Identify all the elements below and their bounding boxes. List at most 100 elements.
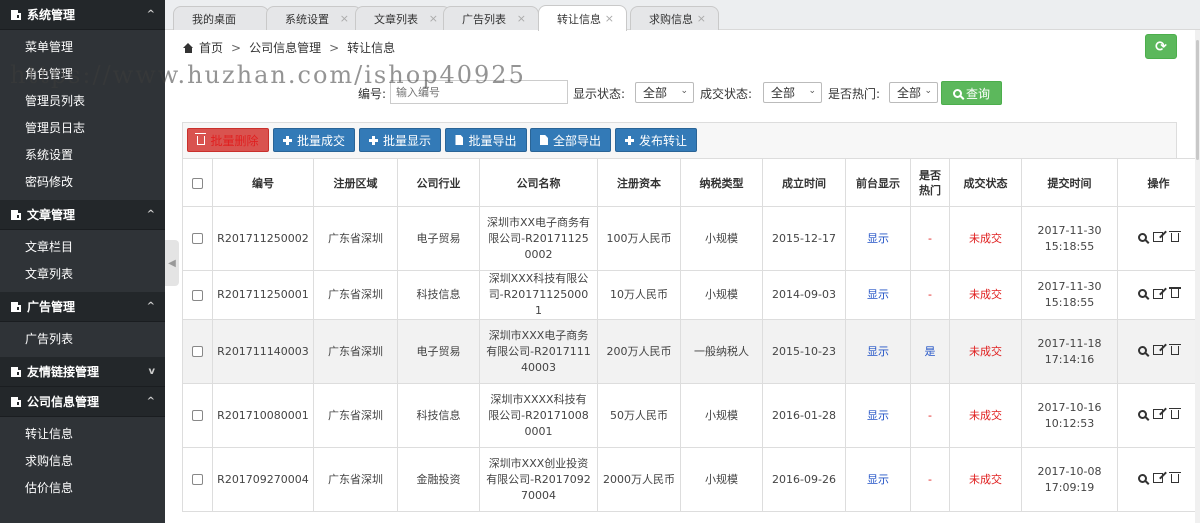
edit-icon[interactable]: [1153, 232, 1163, 242]
sidebar-item[interactable]: 广告列表: [0, 325, 165, 352]
close-icon[interactable]: ×: [517, 12, 526, 25]
code-input[interactable]: [390, 80, 568, 104]
hot-value[interactable]: -: [928, 232, 932, 245]
batch-deal-button[interactable]: 批量成交: [273, 128, 355, 152]
sidebar-item[interactable]: 系统设置: [0, 141, 165, 168]
tax-type-cell: 小规模: [680, 206, 763, 271]
search-icon[interactable]: [1138, 232, 1147, 242]
export-all-button[interactable]: 全部导出: [530, 128, 611, 152]
deal-status-select[interactable]: 全部 ⌄: [763, 82, 822, 103]
sidebar-item[interactable]: 菜单管理: [0, 33, 165, 60]
edit-icon[interactable]: [1153, 288, 1163, 299]
sidebar-item[interactable]: 角色管理: [0, 60, 165, 87]
tab[interactable]: 广告列表 ×: [443, 6, 539, 30]
publish-button[interactable]: 发布转让: [615, 128, 697, 152]
trash-icon[interactable]: [1169, 287, 1181, 298]
trash-icon[interactable]: [1169, 230, 1181, 242]
code-cell: R201711250001: [212, 270, 314, 320]
trash-icon[interactable]: [1169, 471, 1181, 483]
deal-status[interactable]: 未成交: [969, 288, 1002, 301]
sidebar-collapse-handle[interactable]: ◀: [165, 240, 179, 286]
sidebar-submenu: 菜单管理 角色管理 管理员列表 管理员日志 系统设置 密码修改: [0, 30, 165, 200]
sidebar-item[interactable]: 管理员日志: [0, 114, 165, 141]
batch-export-button[interactable]: 批量导出: [445, 128, 527, 152]
edit-icon[interactable]: [1153, 409, 1163, 419]
founded-cell: 2014-09-03: [762, 270, 846, 320]
tab[interactable]: 转让信息 ×: [538, 5, 627, 31]
hot-value[interactable]: -: [928, 288, 932, 301]
tab[interactable]: 求购信息 ×: [630, 6, 719, 30]
trash-icon[interactable]: [1169, 407, 1181, 419]
tab[interactable]: 文章列表 ×: [355, 6, 451, 30]
tab[interactable]: 我的桌面: [173, 6, 269, 30]
close-icon[interactable]: ×: [605, 12, 614, 25]
search-icon[interactable]: [1138, 409, 1147, 419]
hot-select[interactable]: 全部 ⌄: [889, 82, 938, 103]
breadcrumb-level1[interactable]: 公司信息管理: [249, 39, 321, 56]
sidebar-group[interactable]: 文章管理 ^: [0, 200, 165, 230]
row-checkbox[interactable]: [192, 289, 203, 301]
deal-status[interactable]: 未成交: [969, 232, 1002, 245]
display-link[interactable]: 显示: [867, 409, 889, 422]
company-name-cell: 深圳市XX电子商务有限公司-R201711250002: [479, 206, 598, 271]
sidebar-item[interactable]: 文章栏目: [0, 233, 165, 260]
search-icon[interactable]: [1138, 473, 1147, 483]
deal-status[interactable]: 未成交: [969, 473, 1002, 486]
hot-value[interactable]: -: [928, 409, 932, 422]
code-cell: R201710080001: [212, 383, 314, 448]
row-checkbox[interactable]: [192, 474, 203, 485]
edit-icon[interactable]: [1153, 473, 1163, 483]
publish-label: 发布转让: [638, 133, 687, 148]
row-checkbox[interactable]: [192, 410, 203, 421]
sidebar-group[interactable]: 广告管理 ^: [0, 292, 165, 322]
edit-icon[interactable]: [1153, 345, 1163, 355]
sidebar-submenu: 转让信息 求购信息 估价信息: [0, 417, 165, 506]
close-icon[interactable]: ×: [429, 12, 438, 25]
refresh-button[interactable]: ⟳: [1145, 34, 1177, 59]
row-checkbox[interactable]: [192, 233, 203, 244]
tab[interactable]: 系统设置 ×: [266, 6, 362, 30]
display-status-select[interactable]: 全部 ⌄: [635, 82, 694, 103]
sidebar-item[interactable]: 文章列表: [0, 260, 165, 287]
sidebar-group[interactable]: 系统管理 ^: [0, 0, 165, 30]
search-icon[interactable]: [1138, 289, 1147, 298]
sidebar-group[interactable]: 公司信息管理 ^: [0, 387, 165, 417]
plus-icon: [368, 135, 378, 145]
display-link[interactable]: 显示: [867, 345, 889, 358]
close-icon[interactable]: ×: [697, 12, 706, 25]
column-header: 公司名称: [479, 158, 598, 207]
display-link[interactable]: 显示: [867, 288, 889, 301]
batch-delete-button[interactable]: 批量删除: [187, 128, 269, 152]
company-name-cell: 深圳XXX科技有限公司-R201711250001: [479, 270, 598, 320]
close-icon[interactable]: ×: [340, 12, 349, 25]
code-label: 编号:: [358, 87, 387, 101]
copy-icon: [10, 396, 22, 408]
capital-cell: 100万人民币: [597, 206, 681, 271]
search-icon[interactable]: [1138, 345, 1147, 355]
batch-show-button[interactable]: 批量显示: [359, 128, 441, 152]
select-all-checkbox[interactable]: [192, 177, 203, 189]
display-link[interactable]: 显示: [867, 473, 889, 486]
hot-value[interactable]: -: [928, 473, 932, 486]
search-button[interactable]: 查询: [941, 81, 1002, 105]
chevron-icon: ^: [146, 301, 155, 312]
hot-value[interactable]: 是: [925, 345, 936, 358]
breadcrumb-home[interactable]: 首页: [199, 39, 223, 56]
scrollbar-thumb[interactable]: [1196, 40, 1199, 160]
hot-cell: -: [910, 206, 950, 271]
sidebar-group[interactable]: 友情链接管理 v: [0, 357, 165, 387]
hot-cell: 是: [910, 319, 950, 384]
row-checkbox[interactable]: [192, 346, 203, 357]
sidebar-item[interactable]: 转让信息: [0, 420, 165, 447]
sidebar-item[interactable]: 求购信息: [0, 447, 165, 474]
hot-cell: -: [910, 447, 950, 512]
deal-status[interactable]: 未成交: [969, 409, 1002, 422]
trash-icon[interactable]: [1169, 343, 1181, 355]
sidebar-item[interactable]: 估价信息: [0, 474, 165, 501]
copy-icon: [10, 209, 22, 221]
display-link[interactable]: 显示: [867, 232, 889, 245]
region-cell: 广东省深圳: [313, 383, 398, 448]
sidebar-item[interactable]: 管理员列表: [0, 87, 165, 114]
sidebar-item[interactable]: 密码修改: [0, 168, 165, 195]
deal-status[interactable]: 未成交: [969, 345, 1002, 358]
